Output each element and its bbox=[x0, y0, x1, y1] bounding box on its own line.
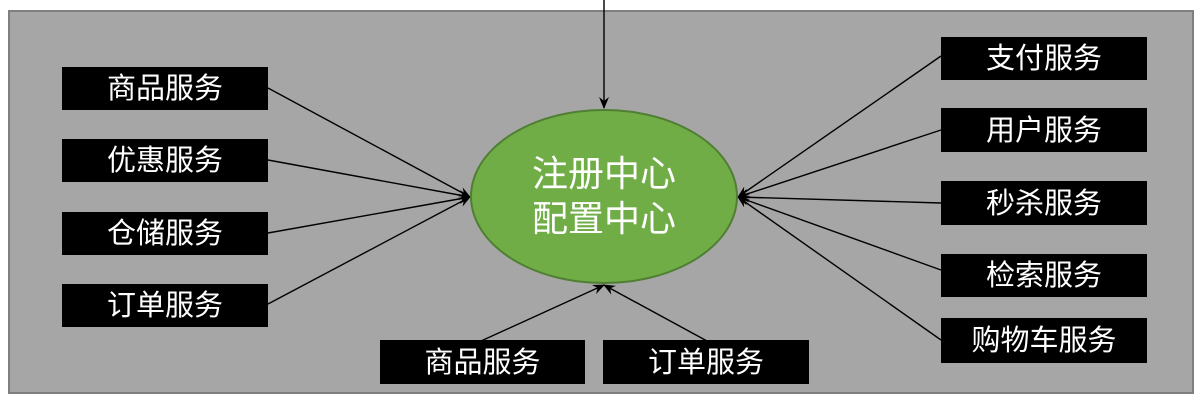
left-service-1: 商品服务 bbox=[62, 67, 268, 110]
right-service-4: 检索服务 bbox=[941, 254, 1147, 297]
hub-line-1: 注册中心 bbox=[531, 153, 676, 195]
bottom-arrow-1 bbox=[480, 284, 605, 342]
bottom-service-1: 商品服务 bbox=[380, 340, 585, 384]
right-arrow-4 bbox=[737, 196, 942, 271]
right-arrow-1 bbox=[737, 55, 942, 198]
right-service-2: 用户服务 bbox=[941, 108, 1147, 152]
right-arrow-3 bbox=[737, 192, 942, 204]
left-arrow-3 bbox=[267, 194, 471, 234]
bottom-service-2: 订单服务 bbox=[603, 340, 809, 384]
bottom-arrow-2 bbox=[603, 284, 708, 342]
left-service-2: 优惠服务 bbox=[62, 139, 268, 182]
hub-line-2: 配置中心 bbox=[531, 198, 676, 240]
left-service-4: 订单服务 bbox=[62, 284, 268, 327]
right-service-3: 秒杀服务 bbox=[941, 181, 1147, 225]
left-arrow-1 bbox=[267, 87, 471, 198]
right-service-1: 支付服务 bbox=[941, 37, 1147, 80]
right-service-5: 购物车服务 bbox=[941, 318, 1147, 363]
left-arrow-4 bbox=[267, 196, 471, 305]
left-arrow-2 bbox=[267, 159, 471, 200]
right-arrow-2 bbox=[737, 129, 942, 199]
right-arrow-5 bbox=[737, 196, 942, 341]
left-service-3: 仓储服务 bbox=[62, 212, 268, 255]
registry-config-center: 注册中心 配置中心 bbox=[470, 109, 738, 284]
